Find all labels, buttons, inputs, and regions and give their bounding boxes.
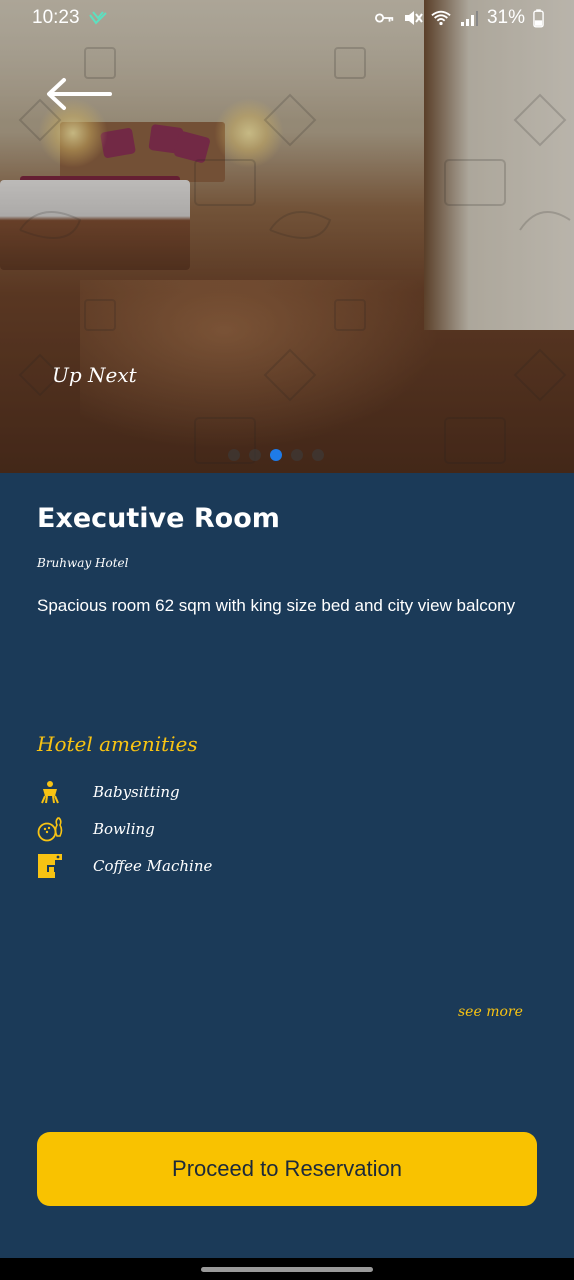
amenity-item: Coffee Machine [37,847,437,884]
carousel-dot[interactable] [312,449,324,461]
carousel-dot[interactable] [228,449,240,461]
notification-app-icon [88,11,107,25]
signal-icon [460,11,478,26]
proceed-to-reservation-button[interactable]: Proceed to Reservation [37,1132,537,1206]
bowling-icon [37,816,63,842]
status-bar: 10:23 31% [0,0,574,36]
coffee-machine-icon [37,853,63,879]
battery-percent: 31% [486,7,525,28]
see-more-link[interactable]: see more [458,1004,523,1020]
room-details-panel: Executive Room Bruhway Hotel Spacious ro… [0,473,574,1258]
amenity-label: Babysitting [93,782,180,801]
mute-icon [404,11,423,25]
baby-chair-icon [37,779,63,805]
battery-icon [533,8,544,27]
status-icons: 31% [374,7,544,29]
vpn-key-icon [374,13,394,23]
status-time: 10:23 [32,7,80,28]
amenity-item: Bowling [37,810,437,847]
status-time-group: 10:23 [32,7,108,29]
amenity-label: Bowling [93,819,155,838]
hotel-name: Bruhway Hotel [37,556,129,570]
amenities-title: Hotel amenities [37,732,198,756]
photo-tint [0,0,574,473]
wifi-icon [431,10,451,26]
room-photo [0,0,574,473]
arrow-left-icon [47,78,112,110]
back-button[interactable] [42,74,114,114]
carousel-dot[interactable] [270,449,282,461]
carousel-dot[interactable] [291,449,303,461]
carousel-dot[interactable] [249,449,261,461]
amenity-item: Babysitting [37,773,437,810]
amenity-label: Coffee Machine [93,856,213,875]
system-nav-bar [0,1258,574,1280]
up-next-label: Up Next [52,363,137,387]
room-description: Spacious room 62 sqm with king size bed … [37,596,516,615]
carousel-indicator [228,449,324,461]
amenities-list: Babysitting Bowling Coffee Machine [37,773,437,884]
room-title: Executive Room [37,503,280,534]
home-gesture-handle[interactable] [201,1267,373,1272]
